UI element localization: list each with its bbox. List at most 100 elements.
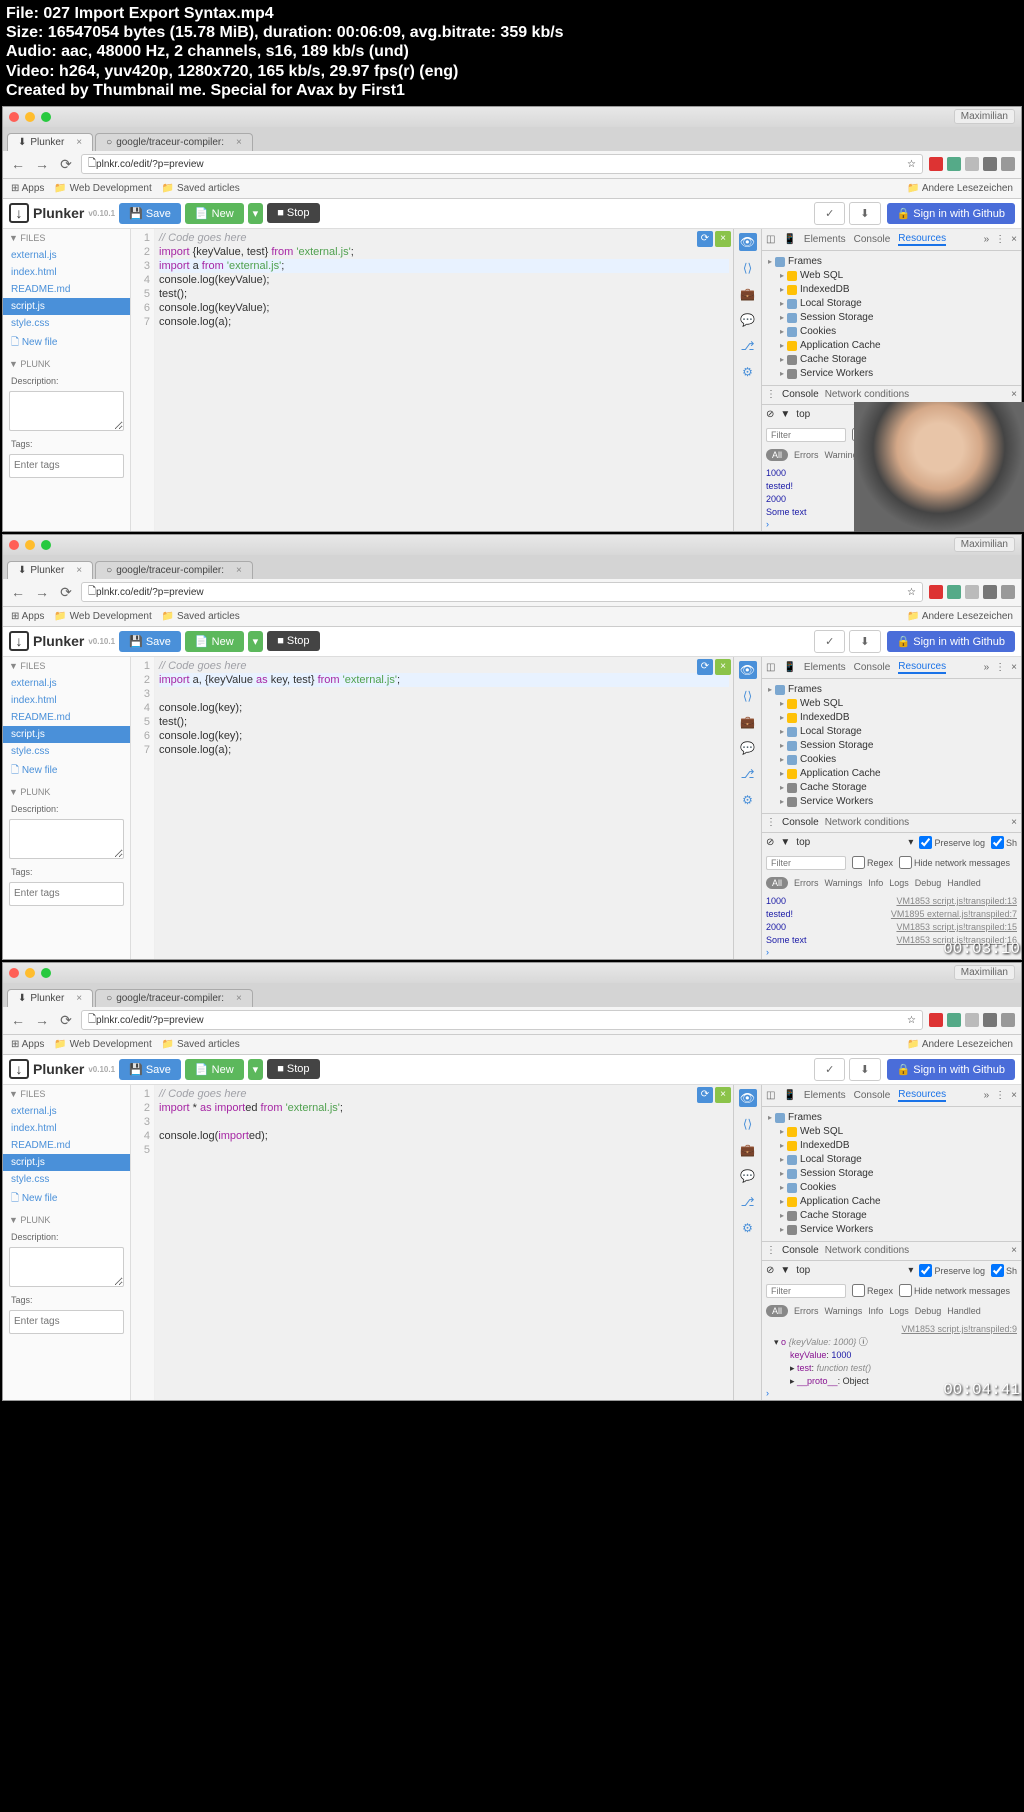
log-entry[interactable]: VM1853 script.js!transpiled:9: [766, 1323, 1017, 1336]
resource-item[interactable]: ▸Frames: [768, 1111, 1015, 1125]
log-entry[interactable]: 2000VM1853 script.js!transpiled:15: [766, 921, 1017, 934]
network-conditions-subtab[interactable]: Network conditions: [825, 1245, 909, 1256]
stop-button[interactable]: ■ Stop: [267, 203, 319, 223]
gear-icon[interactable]: ⚙: [739, 791, 757, 809]
console-tab[interactable]: Console: [854, 1090, 891, 1101]
apps-bookmark[interactable]: ⊞ Apps: [11, 1039, 44, 1050]
git-icon[interactable]: ⎇: [739, 765, 757, 783]
resource-item[interactable]: ▸Application Cache: [768, 767, 1015, 781]
resource-item[interactable]: ▸Cache Storage: [768, 781, 1015, 795]
file-item[interactable]: index.html: [3, 692, 130, 709]
extension-icons[interactable]: [929, 585, 1015, 599]
filter-input[interactable]: [766, 1284, 846, 1298]
log-entry[interactable]: tested!VM1895 external.js!transpiled:7: [766, 908, 1017, 921]
webdev-bookmark[interactable]: 📁 Web Development: [54, 611, 151, 622]
filter-pill[interactable]: All: [766, 877, 788, 889]
elements-tab[interactable]: Elements: [804, 1090, 846, 1101]
code-editor[interactable]: 1234567 // Code goes here import a, {key…: [131, 657, 733, 959]
filter-pill[interactable]: Errors: [794, 1306, 819, 1316]
sh-checkbox[interactable]: Sh: [991, 1264, 1017, 1277]
stop-button[interactable]: ■ Stop: [267, 1059, 319, 1079]
menu-icon[interactable]: ⋮: [766, 817, 776, 828]
tags-input[interactable]: [9, 1310, 124, 1334]
close-preview-icon[interactable]: ×: [715, 231, 731, 247]
url-input[interactable]: 🗋 plnkr.co/edit/?p=preview☆: [81, 582, 923, 602]
tags-input[interactable]: [9, 882, 124, 906]
close-window-icon[interactable]: [9, 540, 19, 550]
settings-icon[interactable]: ⋮: [995, 1090, 1005, 1101]
close-window-icon[interactable]: [9, 968, 19, 978]
hide-network-checkbox[interactable]: Hide network messages: [899, 1284, 1010, 1297]
github-signin-button[interactable]: 🔒 Sign in with Github: [887, 1059, 1015, 1080]
resource-item[interactable]: ▸Cookies: [768, 1181, 1015, 1195]
maximize-window-icon[interactable]: [41, 540, 51, 550]
file-item[interactable]: README.md: [3, 281, 130, 298]
plunk-header[interactable]: ▼ PLUNK: [3, 783, 130, 801]
file-item[interactable]: README.md: [3, 709, 130, 726]
resource-item[interactable]: ▸Application Cache: [768, 1195, 1015, 1209]
close-icon[interactable]: ×: [1011, 389, 1017, 400]
filter-pill[interactable]: Warnings: [825, 1306, 863, 1316]
close-icon[interactable]: ×: [1011, 1245, 1017, 1256]
files-header[interactable]: ▼ FILES: [3, 1085, 130, 1103]
more-icon[interactable]: »: [984, 234, 990, 245]
git-icon[interactable]: ⎇: [739, 1193, 757, 1211]
file-item[interactable]: script.js: [3, 1154, 130, 1171]
clear-icon[interactable]: ⊘: [766, 1265, 774, 1276]
file-item[interactable]: script.js: [3, 298, 130, 315]
device-icon[interactable]: 📱: [783, 1090, 795, 1101]
resource-item[interactable]: ▸Service Workers: [768, 367, 1015, 381]
save-button[interactable]: 💾 Save: [119, 631, 181, 652]
profile-badge[interactable]: Maximilian: [954, 537, 1015, 552]
new-file-button[interactable]: 🗋 New file: [3, 332, 130, 355]
menu-icon[interactable]: ⋮: [766, 389, 776, 400]
file-item[interactable]: external.js: [3, 1103, 130, 1120]
download-button[interactable]: ⬇: [849, 202, 880, 225]
tab-plunker[interactable]: ⬇Plunker×: [7, 989, 93, 1007]
console-tab[interactable]: Console: [854, 234, 891, 245]
description-input[interactable]: [9, 391, 124, 431]
back-button[interactable]: ←: [9, 583, 27, 601]
other-bookmarks[interactable]: 📁 Andere Lesezeichen: [907, 611, 1013, 622]
file-item[interactable]: style.css: [3, 1171, 130, 1188]
download-button[interactable]: ⬇: [849, 630, 880, 653]
new-file-button[interactable]: 🗋 New file: [3, 760, 130, 783]
code-icon[interactable]: ⟨⟩: [739, 259, 757, 277]
hide-network-checkbox[interactable]: Hide network messages: [899, 856, 1010, 869]
webdev-bookmark[interactable]: 📁 Web Development: [54, 183, 151, 194]
chat-icon[interactable]: 💬: [739, 1167, 757, 1185]
download-button[interactable]: ⬇: [849, 1058, 880, 1081]
git-icon[interactable]: ⎇: [739, 337, 757, 355]
minimize-window-icon[interactable]: [25, 968, 35, 978]
close-icon[interactable]: ×: [236, 993, 242, 1004]
close-devtools-icon[interactable]: ×: [1011, 1090, 1017, 1101]
resource-item[interactable]: ▸Session Storage: [768, 1167, 1015, 1181]
clear-icon[interactable]: ⊘: [766, 837, 774, 848]
close-icon[interactable]: ×: [236, 565, 242, 576]
filter-icon[interactable]: ▼: [780, 1265, 790, 1276]
preserve-log-checkbox[interactable]: Preserve log: [919, 836, 985, 849]
profile-badge[interactable]: Maximilian: [954, 109, 1015, 124]
saved-bookmark[interactable]: 📁 Saved articles: [162, 183, 240, 194]
regex-checkbox[interactable]: Regex: [852, 1284, 893, 1297]
refresh-icon[interactable]: ⟳: [697, 1087, 713, 1103]
tab-traceur[interactable]: ○google/traceur-compiler:×: [95, 561, 253, 579]
profile-badge[interactable]: Maximilian: [954, 965, 1015, 980]
code-icon[interactable]: ⟨⟩: [739, 1115, 757, 1133]
filter-pill[interactable]: Handled: [947, 1306, 981, 1316]
check-button[interactable]: ✓: [814, 630, 845, 653]
close-icon[interactable]: ×: [236, 137, 242, 148]
settings-icon[interactable]: ⋮: [995, 662, 1005, 673]
file-item[interactable]: script.js: [3, 726, 130, 743]
eye-icon[interactable]: 👁: [739, 661, 757, 679]
console-tab[interactable]: Console: [854, 662, 891, 673]
forward-button[interactable]: →: [33, 1011, 51, 1029]
context-select[interactable]: top ▾: [796, 1265, 913, 1276]
files-header[interactable]: ▼ FILES: [3, 657, 130, 675]
apps-bookmark[interactable]: ⊞ Apps: [11, 183, 44, 194]
sh-checkbox[interactable]: Sh: [991, 836, 1017, 849]
menu-icon[interactable]: ⋮: [766, 1245, 776, 1256]
filter-pill[interactable]: Debug: [915, 878, 942, 888]
new-button[interactable]: 📄 New: [185, 1059, 244, 1080]
inspect-icon[interactable]: ◫: [766, 1090, 775, 1101]
